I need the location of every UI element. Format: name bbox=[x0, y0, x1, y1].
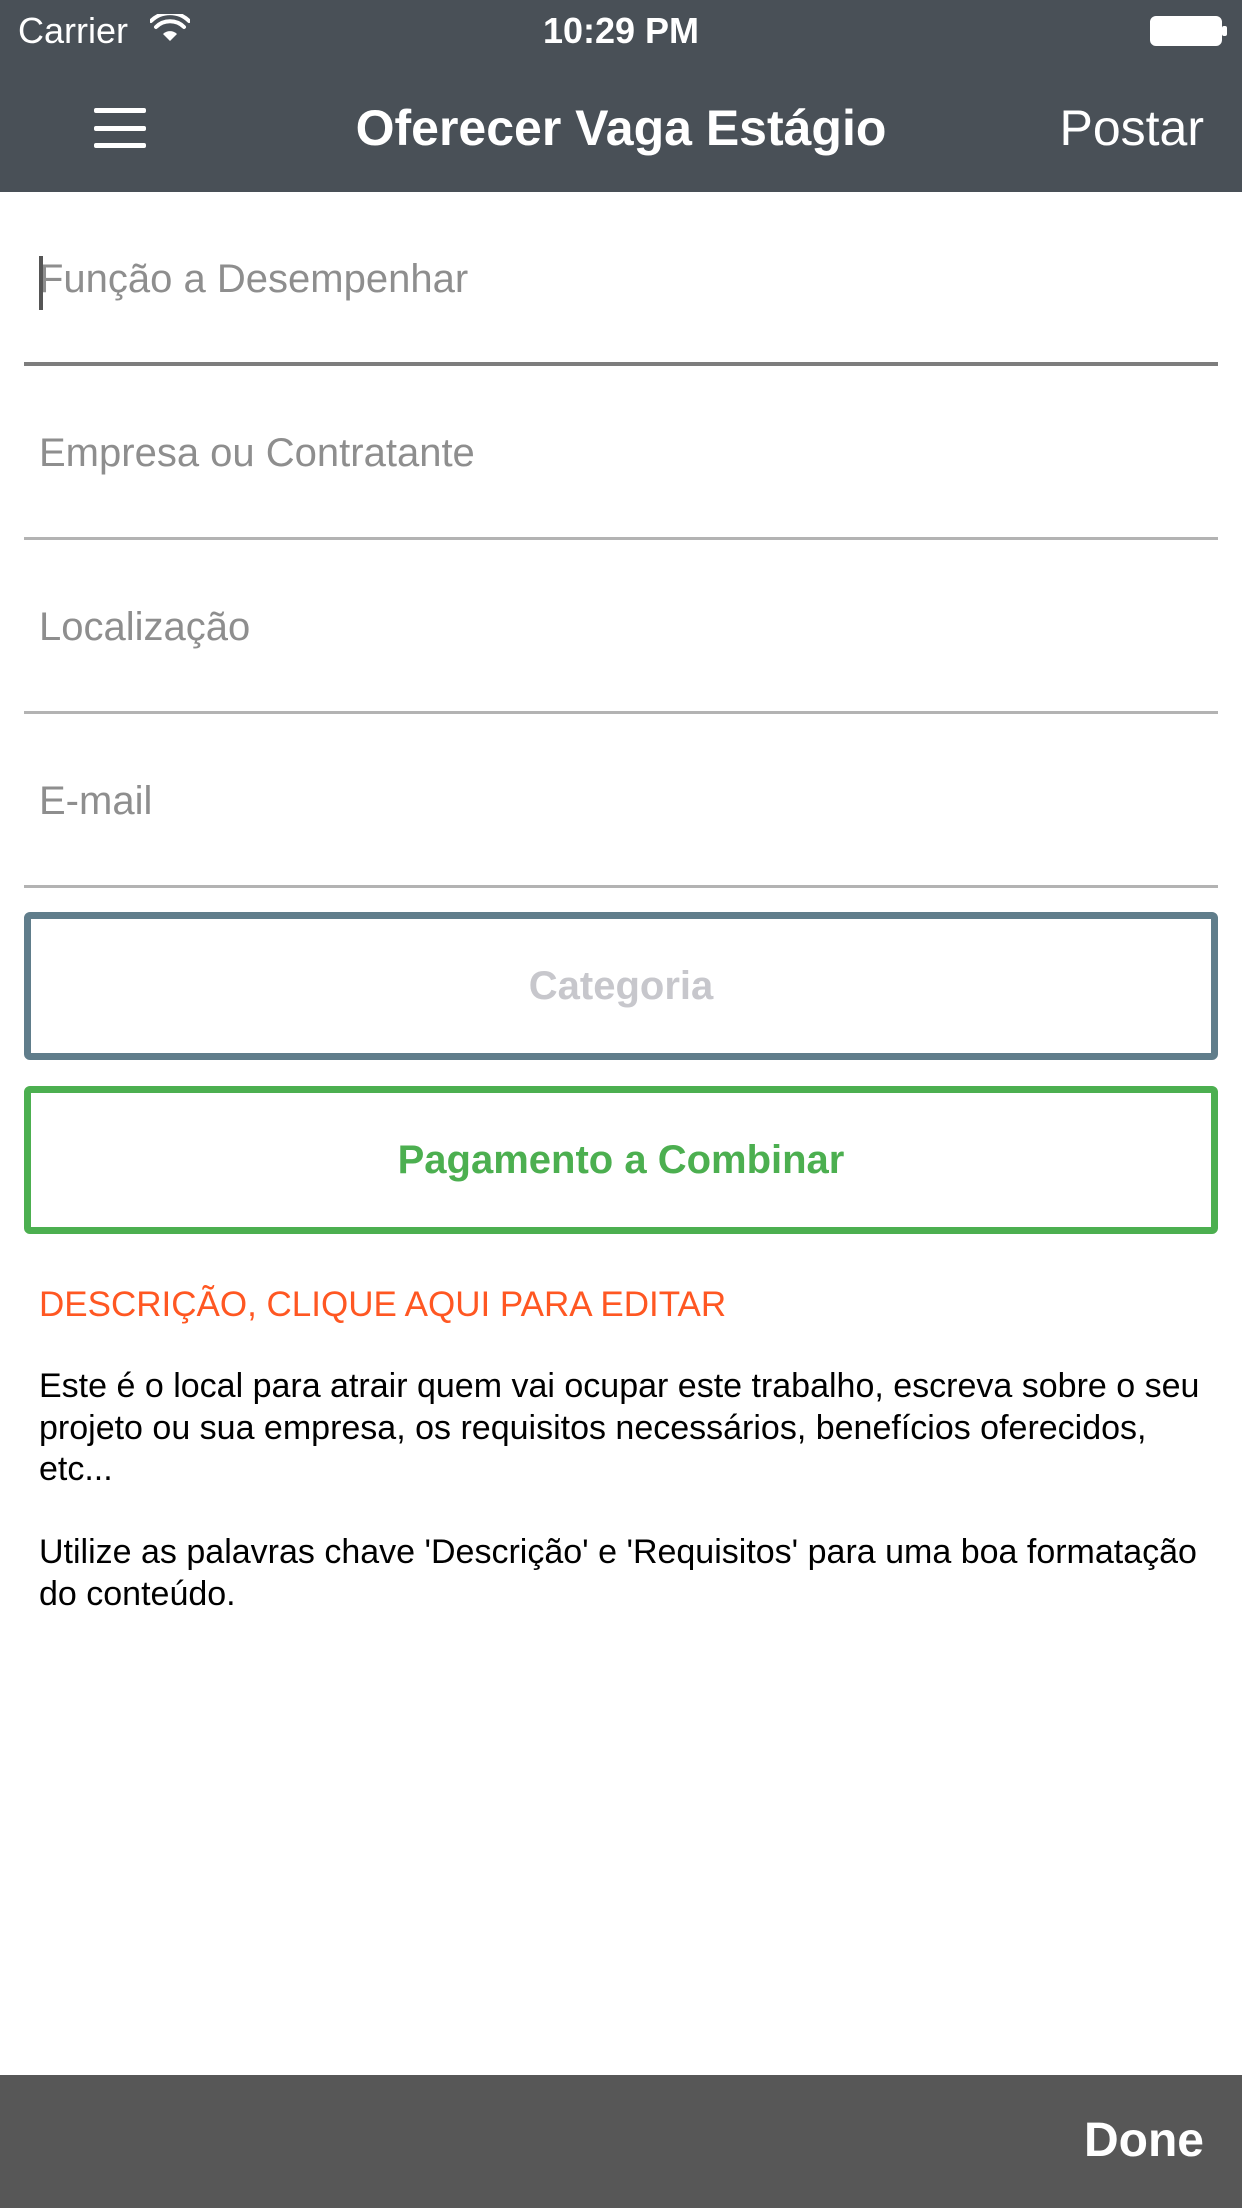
role-field bbox=[24, 192, 1218, 366]
status-bar: Carrier 10:29 PM bbox=[0, 0, 1242, 62]
location-input[interactable] bbox=[39, 540, 1189, 714]
done-button[interactable]: Done bbox=[1084, 2111, 1204, 2171]
navigation-bar: Oferecer Vaga Estágio Postar bbox=[0, 62, 1242, 192]
status-time: 10:29 PM bbox=[542, 10, 700, 51]
description-text: Este é o local para atrair quem vai ocup… bbox=[39, 1366, 1219, 1657]
company-field bbox=[24, 366, 1218, 540]
post-button[interactable]: Postar bbox=[1059, 98, 1204, 158]
page-title: Oferecer Vaga Estágio bbox=[355, 100, 887, 156]
email-field bbox=[24, 714, 1218, 888]
text-cursor bbox=[39, 256, 43, 310]
description-paragraph: Este é o local para atrair quem vai ocup… bbox=[39, 1367, 1200, 1488]
company-input[interactable] bbox=[39, 366, 1189, 540]
category-button[interactable]: Categoria bbox=[24, 912, 1218, 1060]
description-paragraph: Utilize as palavras chave 'Descrição' e … bbox=[39, 1533, 1197, 1613]
description-edit-link[interactable]: DESCRIÇÃO, CLIQUE AQUI PARA EDITAR bbox=[39, 1284, 726, 1326]
payment-button[interactable]: Pagamento a Combinar bbox=[24, 1086, 1218, 1234]
role-input[interactable] bbox=[39, 192, 1189, 366]
keyboard-toolbar: Done bbox=[0, 2075, 1242, 2208]
location-field bbox=[24, 540, 1218, 714]
battery-icon bbox=[1150, 16, 1227, 46]
email-input[interactable] bbox=[39, 714, 1189, 888]
